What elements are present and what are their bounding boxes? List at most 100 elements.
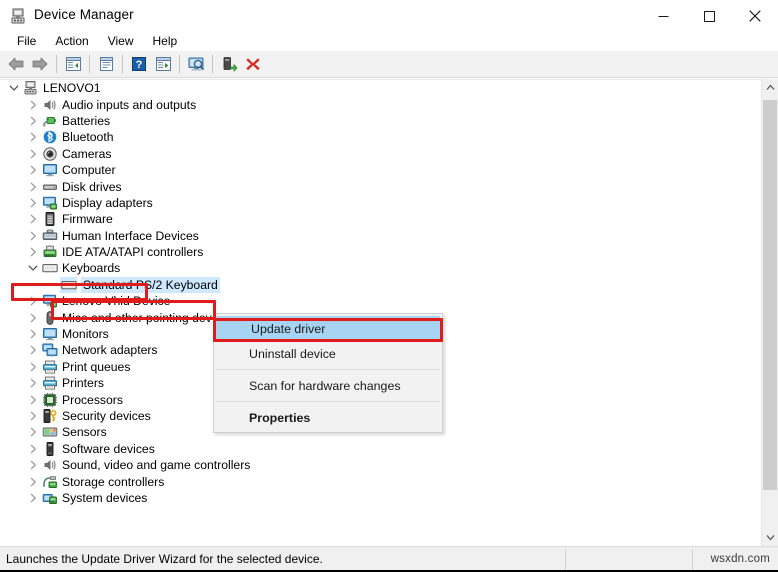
chevron-right-icon[interactable] (25, 179, 41, 195)
storage-controller-icon (41, 474, 58, 490)
printer-icon (41, 359, 58, 375)
chevron-right-icon[interactable] (25, 490, 41, 506)
processor-icon (41, 392, 58, 408)
tree-row[interactable]: Display adapters (0, 195, 752, 211)
tree-row[interactable]: Lenovo Vhid Device (0, 293, 752, 309)
tree-row[interactable]: Software devices (0, 441, 752, 457)
context-menu-separator (216, 369, 440, 370)
uninstall-device-icon[interactable] (241, 52, 265, 76)
tree-row-label: Sound, video and game controllers (62, 458, 251, 473)
tree-row[interactable]: Storage controllers (0, 473, 752, 489)
tree-row-label: Standard PS/2 Keyboard (81, 276, 220, 293)
show-hide-console-tree-icon[interactable] (61, 52, 85, 76)
chevron-right-icon[interactable] (25, 424, 41, 440)
toolbar: ? (0, 51, 778, 78)
ide-controller-icon (41, 244, 58, 260)
chevron-right-icon[interactable] (25, 408, 41, 424)
tree-row-label: Mice and other pointing dev (62, 310, 212, 325)
system-device-icon (41, 490, 58, 506)
context-menu-item-properties[interactable]: Properties (214, 405, 442, 430)
tree-row[interactable]: Sound, video and game controllers (0, 457, 752, 473)
toolbar-separator (89, 55, 90, 73)
menu-file[interactable]: File (8, 33, 46, 50)
network-adapter-icon (41, 342, 58, 358)
device-manager-icon (10, 7, 28, 25)
chevron-right-icon[interactable] (25, 474, 41, 490)
chevron-right-icon[interactable] (25, 457, 41, 473)
chevron-right-icon[interactable] (25, 392, 41, 408)
chevron-right-icon[interactable] (25, 293, 41, 309)
tree-row[interactable]: LENOVO1 (0, 80, 752, 96)
tree-row[interactable]: Standard PS/2 Keyboard (0, 276, 752, 293)
status-divider (692, 549, 693, 571)
context-menu[interactable]: Update driver Uninstall device Scan for ha… (213, 313, 443, 433)
chevron-right-icon[interactable] (25, 342, 41, 358)
tree-row[interactable]: System devices (0, 490, 752, 506)
tree-row-label: Software devices (62, 441, 155, 456)
chevron-right-icon[interactable] (25, 129, 41, 145)
keyboard-icon (60, 276, 77, 293)
computer-root-icon (22, 80, 39, 96)
tree-row[interactable]: Audio inputs and outputs (0, 96, 752, 112)
back-arrow-icon[interactable] (4, 52, 28, 76)
tree-row-label: Processors (62, 392, 123, 407)
context-menu-item-scan-for-hardware-changes[interactable]: Scan for hardware changes (214, 373, 442, 398)
tree-row[interactable]: IDE ATA/ATAPI controllers (0, 244, 752, 260)
chevron-right-icon[interactable] (25, 375, 41, 391)
close-button[interactable] (732, 0, 778, 32)
display-adapter-icon (41, 195, 58, 211)
tree-row-label: Lenovo Vhid Device (62, 294, 171, 309)
minimize-button[interactable] (640, 0, 686, 32)
tree-row[interactable]: Bluetooth (0, 129, 752, 145)
menu-help[interactable]: Help (144, 33, 188, 50)
menu-view[interactable]: View (99, 33, 144, 50)
tree-row[interactable]: Cameras (0, 146, 752, 162)
security-device-icon (41, 408, 58, 424)
chevron-right-icon[interactable] (25, 113, 41, 129)
menu-action[interactable]: Action (46, 33, 98, 50)
chevron-right-icon[interactable] (25, 146, 41, 162)
tree-row-label: Print queues (62, 359, 131, 374)
toolbar-separator (122, 55, 123, 73)
context-menu-item-uninstall-device[interactable]: Uninstall device (214, 341, 442, 366)
tree-row[interactable]: Computer (0, 162, 752, 178)
chevron-right-icon[interactable] (25, 326, 41, 342)
forward-arrow-icon[interactable] (28, 52, 52, 76)
chevron-down-icon[interactable] (6, 80, 22, 96)
chevron-right-icon[interactable] (25, 441, 41, 457)
properties-icon[interactable] (94, 52, 118, 76)
context-menu-item-update-driver[interactable]: Update driver (216, 316, 440, 341)
chevron-down-icon[interactable] (25, 260, 41, 276)
chevron-right-icon[interactable] (25, 310, 41, 326)
keyboard-icon (41, 260, 58, 276)
scan-for-hardware-changes-icon[interactable] (184, 52, 208, 76)
scrollbar-thumb[interactable] (763, 100, 777, 490)
maximize-button[interactable] (686, 0, 732, 32)
help-icon[interactable]: ? (127, 52, 151, 76)
chevron-right-icon[interactable] (25, 244, 41, 260)
mouse-icon (41, 310, 58, 326)
chevron-right-icon[interactable] (25, 211, 41, 227)
monitor-icon (41, 162, 58, 178)
tree-row[interactable]: Firmware (0, 211, 752, 227)
tree-row-label: Sensors (62, 425, 107, 440)
device-tree: LENOVO1 Audio inputs and outputs Batteries… (0, 80, 752, 506)
chevron-right-icon[interactable] (25, 195, 41, 211)
software-device-icon (41, 441, 58, 457)
enable-device-icon[interactable] (217, 52, 241, 76)
chevron-right-icon[interactable] (25, 359, 41, 375)
scroll-down-arrow-icon[interactable] (762, 529, 778, 546)
chevron-right-icon[interactable] (25, 97, 41, 113)
chevron-right-icon[interactable] (25, 228, 41, 244)
tree-row[interactable]: Keyboards (0, 260, 752, 276)
update-driver-icon[interactable] (151, 52, 175, 76)
firmware-icon (41, 211, 58, 227)
chevron-right-icon[interactable] (25, 162, 41, 178)
tree-row-label: Display adapters (62, 195, 153, 210)
tree-row[interactable]: Disk drives (0, 178, 752, 194)
vertical-scrollbar[interactable] (761, 79, 778, 546)
context-menu-separator (216, 401, 440, 402)
tree-row[interactable]: Human Interface Devices (0, 228, 752, 244)
scroll-up-arrow-icon[interactable] (762, 79, 778, 96)
tree-row[interactable]: Batteries (0, 113, 752, 129)
